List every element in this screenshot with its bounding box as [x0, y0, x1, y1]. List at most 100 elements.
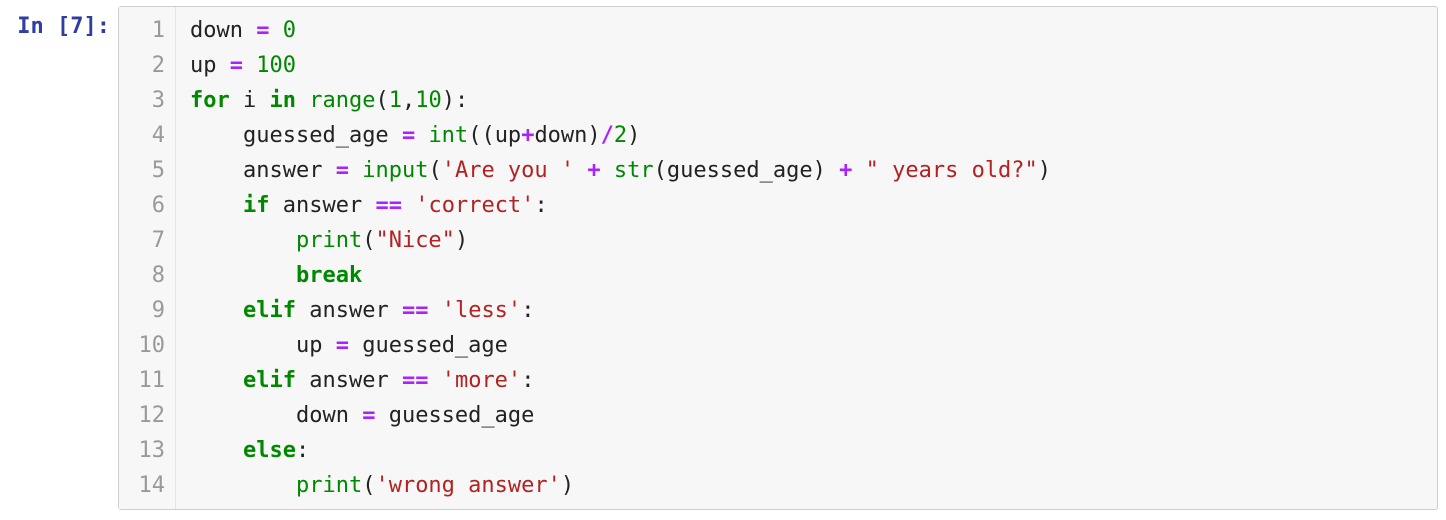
code-line[interactable]: up = 100: [190, 48, 1423, 83]
code-line[interactable]: down = guessed_age: [190, 398, 1423, 433]
code-token-var: answer: [309, 298, 388, 323]
code-token-punc: (: [375, 88, 388, 113]
code-token-punc: (: [428, 158, 441, 183]
code-line[interactable]: for i in range(1,10):: [190, 83, 1423, 118]
code-token-punc: :: [521, 368, 534, 393]
code-line[interactable]: else:: [190, 433, 1423, 468]
line-number-gutter: 1234567891011121314: [119, 7, 176, 509]
line-number: 9: [129, 293, 165, 328]
code-line[interactable]: elif answer == 'less':: [190, 293, 1423, 328]
code-token-str: 'wrong answer': [375, 473, 560, 498]
code-token-var: guessed_age: [389, 403, 535, 428]
code-token-kw: elif: [243, 298, 296, 323]
code-token-sp: [601, 158, 614, 183]
code-token-kw: else: [243, 438, 296, 463]
code-token-sp: [389, 298, 402, 323]
line-number: 13: [129, 433, 165, 468]
code-token-op: ==: [402, 298, 429, 323]
code-token-punc: ): [561, 473, 574, 498]
code-token-kw: elif: [243, 368, 296, 393]
code-token-var: answer: [283, 193, 362, 218]
code-token-op: =: [362, 403, 375, 428]
code-token-sp: [322, 158, 335, 183]
code-token-punc: (: [362, 228, 375, 253]
code-token-sp: [826, 158, 839, 183]
code-token-str: 'Are you ': [442, 158, 574, 183]
code-token-sp: [428, 368, 441, 393]
code-token-var: answer: [243, 158, 322, 183]
code-token-op: =: [230, 53, 243, 78]
code-token-str: 'more': [442, 368, 521, 393]
code-token-var: guessed_age: [362, 333, 508, 358]
code-token-punc: (: [654, 158, 667, 183]
line-number: 6: [129, 188, 165, 223]
code-token-var: up: [495, 123, 522, 148]
code-line[interactable]: answer = input('Are you ' + str(guessed_…: [190, 153, 1423, 188]
line-number: 14: [129, 468, 165, 503]
code-token-sp: [428, 298, 441, 323]
code-line[interactable]: down = 0: [190, 13, 1423, 48]
code-token-punc: ): [1038, 158, 1051, 183]
code-line[interactable]: guessed_age = int((up+down)/2): [190, 118, 1423, 153]
code-token-sp: [349, 403, 362, 428]
code-token-var: guessed_age: [667, 158, 813, 183]
code-line[interactable]: elif answer == 'more':: [190, 363, 1423, 398]
code-token-var: down: [296, 403, 349, 428]
code-token-sp: [402, 193, 415, 218]
code-token-sp: [296, 88, 309, 113]
code-token-var: up: [190, 53, 217, 78]
code-token-sp: [243, 53, 256, 78]
code-token-op: =: [336, 333, 349, 358]
code-token-op: +: [521, 123, 534, 148]
code-token-sp: [269, 193, 282, 218]
code-token-punc: (: [481, 123, 494, 148]
code-token-str: "Nice": [375, 228, 454, 253]
code-token-op: +: [587, 158, 600, 183]
code-line[interactable]: if answer == 'correct':: [190, 188, 1423, 223]
code-token-var: down: [190, 18, 243, 43]
code-line[interactable]: break: [190, 258, 1423, 293]
code-token-punc: ): [813, 158, 826, 183]
line-number: 1: [129, 13, 165, 48]
prompt-prefix: In: [17, 14, 57, 39]
line-number: 12: [129, 398, 165, 433]
code-line[interactable]: print("Nice"): [190, 223, 1423, 258]
code-cell: In [7]: 1234567891011121314 down = 0up =…: [8, 6, 1438, 510]
code-token-str: 'correct': [415, 193, 534, 218]
code-token-str: 'less': [442, 298, 521, 323]
code-token-sp: [322, 333, 335, 358]
code-input-area[interactable]: 1234567891011121314 down = 0up = 100for …: [118, 6, 1438, 510]
code-token-num: 100: [256, 53, 296, 78]
code-token-sp: [852, 158, 865, 183]
code-token-sp: [269, 18, 282, 43]
code-token-sp: [243, 18, 256, 43]
line-number: 2: [129, 48, 165, 83]
code-token-op: /: [601, 123, 614, 148]
code-token-bi: input: [362, 158, 428, 183]
line-number: 10: [129, 328, 165, 363]
code-token-sp: [389, 368, 402, 393]
code-token-sp: [296, 298, 309, 323]
execution-prompt: In [7]:: [8, 6, 118, 39]
prompt-close-bracket: ]:: [84, 14, 111, 39]
code-token-punc: (: [362, 473, 375, 498]
code-token-num: 2: [614, 123, 627, 148]
code-token-sp: [574, 158, 587, 183]
code-line[interactable]: print('wrong answer'): [190, 468, 1423, 503]
code-token-sp: [362, 193, 375, 218]
code-token-kw: break: [296, 263, 362, 288]
line-number: 8: [129, 258, 165, 293]
code-token-op: ==: [375, 193, 402, 218]
line-number: 11: [129, 363, 165, 398]
code-token-var: i: [243, 88, 256, 113]
code-token-kw: if: [243, 193, 270, 218]
code-token-op: ==: [402, 368, 429, 393]
code-token-sp: [349, 158, 362, 183]
code-line[interactable]: up = guessed_age: [190, 328, 1423, 363]
code-token-bi: str: [614, 158, 654, 183]
code-editor[interactable]: down = 0up = 100for i in range(1,10): gu…: [176, 7, 1437, 509]
code-token-sp: [415, 123, 428, 148]
prompt-open-bracket: [: [57, 14, 70, 39]
code-token-punc: ): [627, 123, 640, 148]
code-token-op: =: [256, 18, 269, 43]
